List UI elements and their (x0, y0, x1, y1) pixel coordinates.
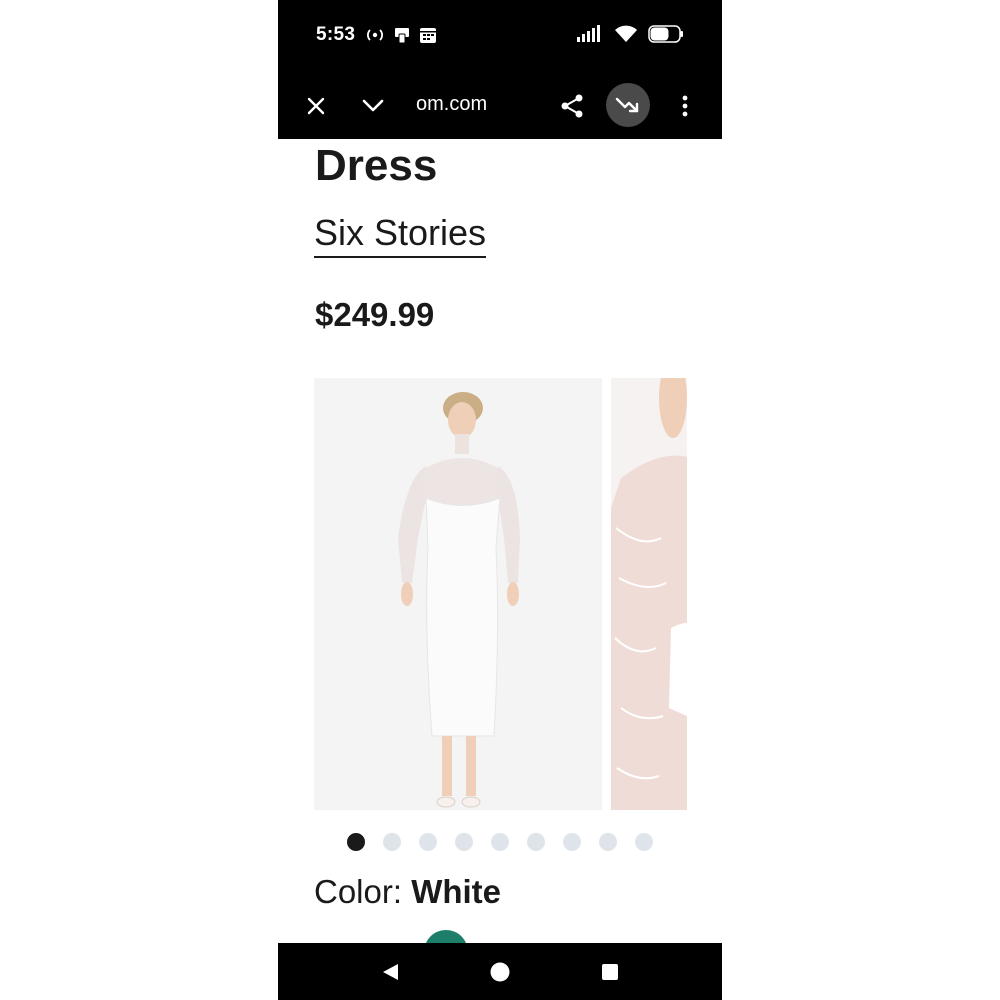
cast-icon (365, 28, 385, 47)
recents-square-icon (602, 964, 618, 980)
carousel-dot[interactable] (599, 833, 617, 851)
back-triangle-icon (383, 964, 398, 980)
price-tracking-button[interactable] (606, 83, 650, 127)
brand-link[interactable]: Six Stories (314, 212, 487, 258)
close-tab-button[interactable] (300, 90, 332, 122)
carousel-dot[interactable] (527, 833, 545, 851)
calendar-icon (419, 26, 437, 49)
system-nav-bar (278, 943, 722, 1000)
share-button[interactable] (555, 89, 589, 123)
chevron-down-icon (362, 99, 384, 112)
color-selection-label: Color: White (314, 873, 501, 911)
status-bar: 5:53 (278, 0, 722, 72)
product-image-next[interactable] (611, 378, 687, 810)
carousel-dot[interactable] (491, 833, 509, 851)
product-image-main[interactable] (314, 378, 602, 810)
more-options-button[interactable] (672, 89, 698, 123)
carousel-dot[interactable] (383, 833, 401, 851)
carousel-dot[interactable] (563, 833, 581, 851)
model-in-dress-image (314, 378, 602, 810)
minimize-button[interactable] (357, 90, 389, 122)
trending-down-icon (615, 97, 639, 113)
carousel-dot[interactable] (635, 833, 653, 851)
status-right-icons (576, 25, 684, 48)
status-time: 5:53 (316, 24, 356, 45)
signal-icon (576, 25, 604, 48)
color-label: Color: (314, 873, 412, 910)
phone-screen: 5:53 om.com Dress Six Stories $249.99 Co… (278, 0, 722, 1000)
url-text[interactable]: om.com (416, 93, 487, 116)
back-button[interactable] (378, 960, 402, 984)
color-value: White (411, 873, 502, 910)
product-price: $249.99 (315, 296, 435, 333)
more-vert-icon (682, 95, 688, 117)
home-circle-icon (490, 962, 510, 982)
battery-icon (648, 25, 684, 48)
recents-button[interactable] (598, 960, 622, 984)
carousel-pagination (347, 833, 653, 851)
lace-detail-image (611, 378, 687, 810)
carousel-dot[interactable] (347, 833, 365, 851)
browser-toolbar: om.com (278, 72, 722, 139)
carousel-dot[interactable] (419, 833, 437, 851)
status-left-icons (365, 26, 437, 49)
product-title: Dress (315, 141, 438, 190)
product-image-carousel[interactable] (314, 378, 687, 810)
home-button[interactable] (488, 960, 512, 984)
share-icon (561, 94, 583, 118)
close-icon (307, 97, 325, 115)
carousel-dot[interactable] (455, 833, 473, 851)
payment-icon (393, 26, 411, 49)
wifi-icon (614, 25, 638, 48)
